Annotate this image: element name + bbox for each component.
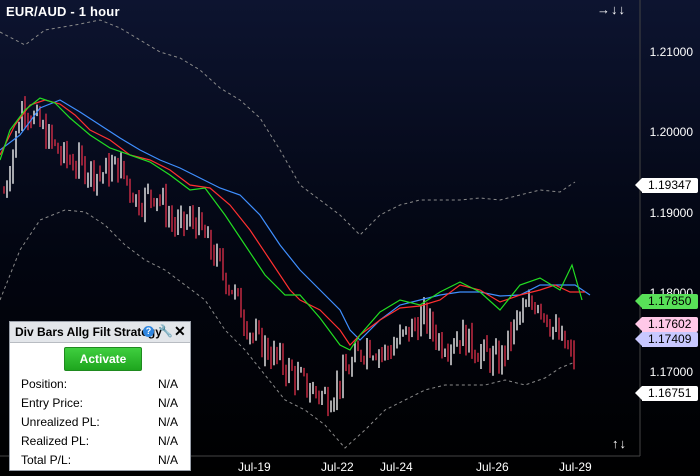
- close-icon[interactable]: ✕: [174, 323, 186, 340]
- ma-slow-line: [0, 99, 591, 341]
- realized-pl-value: N/A: [158, 434, 179, 448]
- strategy-panel-title: Div Bars Allg Filt Strategy: [15, 325, 162, 339]
- entry-price-label: Entry Price:: [21, 396, 84, 410]
- y-axis-label: 1.19000: [649, 206, 693, 220]
- y-axis-label: 1.21000: [649, 45, 693, 59]
- y-axis-label: 1.17000: [649, 365, 693, 379]
- ma-slow-price-label: 1.17409: [635, 332, 698, 347]
- wrench-icon[interactable]: 🔧: [158, 324, 173, 338]
- chart-title: EUR/AUD - 1 hour: [6, 4, 120, 19]
- y-axis-label: 1.20000: [649, 125, 693, 139]
- upper-band-price-label: 1.19347: [635, 178, 698, 193]
- realized-pl-label: Realized PL:: [21, 434, 90, 448]
- help-icon[interactable]: ?: [143, 326, 154, 337]
- total-pl-label: Total P/L:: [21, 453, 72, 467]
- unrealized-pl-value: N/A: [158, 415, 179, 429]
- x-axis-label: Jul-29: [559, 460, 592, 474]
- scroll-nav-bottom-icon[interactable]: ↑↓: [612, 436, 627, 451]
- lower-band-price-label: 1.16751: [635, 386, 698, 401]
- x-axis-label: Jul-19: [238, 460, 271, 474]
- total-pl-value: N/A: [158, 453, 179, 467]
- strategy-panel-header[interactable]: Div Bars Allg Filt Strategy ? 🔧 ✕: [10, 322, 190, 343]
- x-axis-label: Jul-24: [380, 460, 413, 474]
- x-axis-label: Jul-26: [476, 460, 509, 474]
- last-price-label: 1.17602: [635, 317, 698, 332]
- position-value: N/A: [158, 377, 179, 391]
- position-label: Position:: [21, 377, 68, 391]
- ma-fast-price-label: 1.17850: [635, 294, 698, 309]
- unrealized-pl-label: Unrealized PL:: [21, 415, 100, 429]
- ma-fast-line: [0, 97, 583, 351]
- activate-button[interactable]: Activate: [64, 347, 142, 371]
- x-axis-label: Jul-22: [321, 460, 354, 474]
- scroll-nav-top-icon[interactable]: →↓↓: [597, 2, 626, 17]
- upper-band-line: [0, 19, 576, 236]
- chart-window: EUR/AUD - 1 hour →↓↓ ↑↓ 1.21000 1.20000 …: [0, 0, 700, 476]
- entry-price-value: N/A: [158, 396, 179, 410]
- strategy-panel: Div Bars Allg Filt Strategy ? 🔧 ✕ Activa…: [9, 321, 191, 471]
